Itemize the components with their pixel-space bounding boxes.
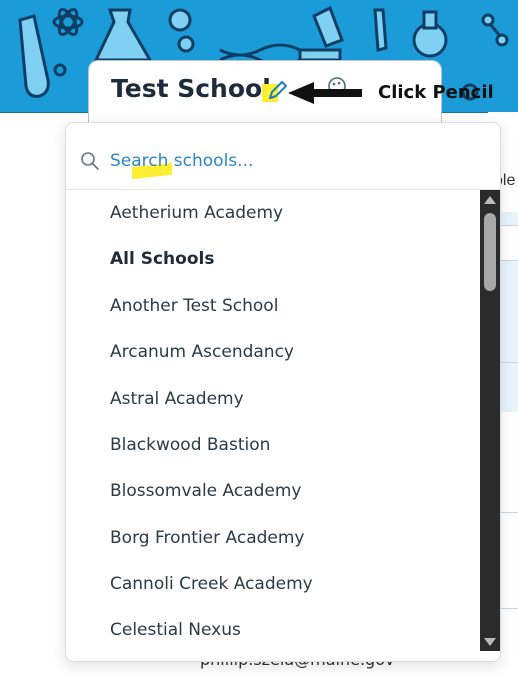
school-list: Aetherium Academy All Schools Another Te… (66, 190, 480, 660)
school-item[interactable]: Borg Frontier Academy (110, 528, 305, 548)
school-item[interactable]: Celestial Nexus (110, 620, 241, 640)
school-item[interactable]: Aetherium Academy (110, 203, 283, 223)
search-row (66, 123, 500, 190)
callout-text: Click Pencil (378, 82, 494, 103)
school-dropdown: Aetherium Academy All Schools Another Te… (65, 122, 501, 662)
scroll-down-icon[interactable] (480, 635, 500, 649)
scroll-up-icon[interactable] (480, 193, 500, 207)
pencil-icon[interactable] (264, 78, 290, 104)
school-item[interactable]: Arcanum Ascendancy (110, 342, 294, 362)
search-input[interactable] (110, 147, 470, 175)
callout-arrow-icon (288, 82, 364, 104)
current-school-name: Test School (111, 74, 271, 103)
school-item[interactable]: Blackwood Bastion (110, 435, 270, 455)
scroll-thumb[interactable] (484, 213, 496, 291)
school-item[interactable]: Another Test School (110, 296, 278, 316)
school-item[interactable]: Blossomvale Academy (110, 481, 302, 501)
school-item[interactable]: Astral Academy (110, 389, 244, 409)
search-icon (80, 151, 100, 171)
school-item[interactable]: Cannoli Creek Academy (110, 574, 313, 594)
school-item-all[interactable]: All Schools (110, 249, 214, 269)
